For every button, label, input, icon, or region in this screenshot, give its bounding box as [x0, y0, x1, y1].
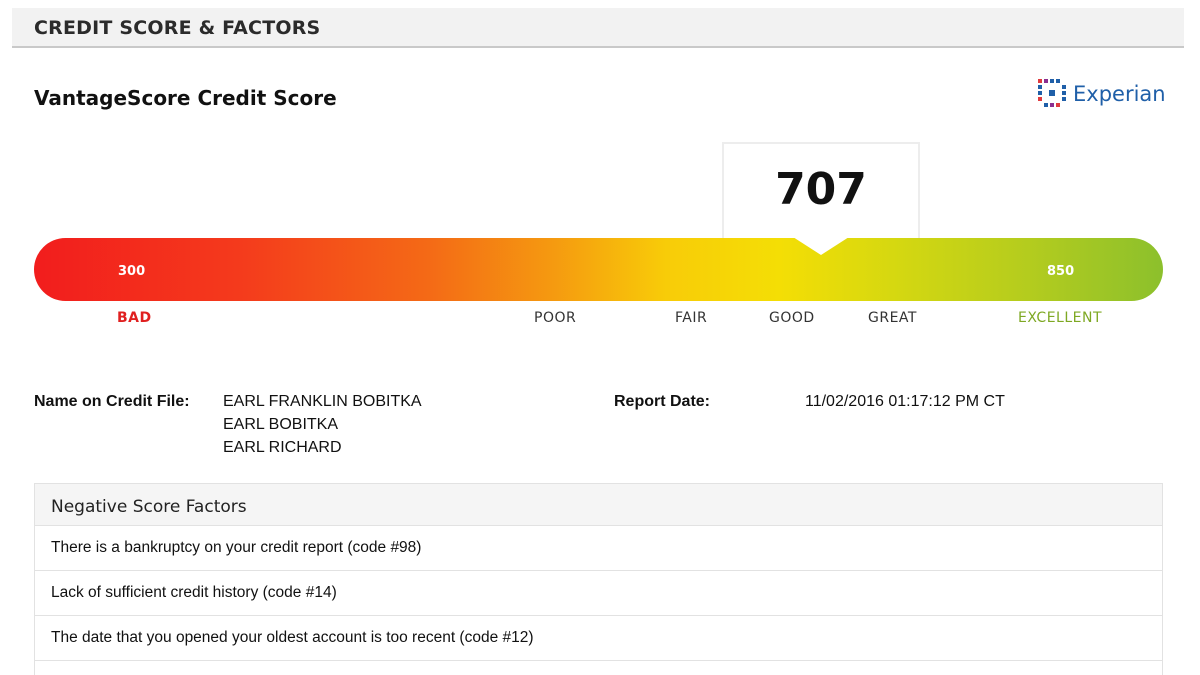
- score-pointer: [793, 237, 849, 255]
- brand-logo: Experian: [1036, 76, 1166, 112]
- name-on-file-item: EARL RICHARD: [223, 439, 342, 456]
- section-title: CREDIT SCORE & FACTORS: [34, 17, 321, 39]
- section-header: CREDIT SCORE & FACTORS: [12, 8, 1184, 48]
- negative-factor-row-empty: [35, 661, 1162, 675]
- name-on-file-item: EARL FRANKLIN BOBITKA: [223, 393, 422, 410]
- brand-name: Experian: [1073, 82, 1166, 106]
- name-on-file-label: Name on Credit File:: [34, 393, 190, 410]
- score-callout: 707: [722, 142, 920, 238]
- negative-factor-row: Lack of sufficient credit history (code …: [35, 571, 1162, 616]
- credit-score-value: 707: [775, 164, 867, 215]
- report-date-label: Report Date:: [614, 393, 711, 410]
- negative-factor-row: There is a bankruptcy on your credit rep…: [35, 526, 1162, 571]
- negative-factors-title: Negative Score Factors: [35, 484, 1162, 526]
- gauge-max-label: 850: [1047, 264, 1075, 279]
- range-label-good: GOOD: [769, 310, 815, 326]
- gauge-min-label: 300: [118, 264, 146, 279]
- negative-score-factors-panel: Negative Score Factors There is a bankru…: [34, 483, 1163, 675]
- experian-logo-icon: [1038, 79, 1066, 107]
- range-label-poor: POOR: [534, 310, 577, 326]
- name-on-file-item: EARL BOBITKA: [223, 416, 338, 433]
- range-label-great: GREAT: [868, 310, 917, 326]
- negative-factor-row: The date that you opened your oldest acc…: [35, 616, 1162, 661]
- range-label-fair: FAIR: [675, 310, 708, 326]
- score-gauge-bar: [34, 238, 1163, 301]
- range-label-excellent: EXCELLENT: [1018, 310, 1103, 326]
- range-label-bad: BAD: [117, 310, 152, 326]
- score-title: VantageScore Credit Score: [34, 86, 337, 110]
- names-on-file-list: EARL FRANKLIN BOBITKA EARL BOBITKA EARL …: [223, 392, 422, 461]
- report-date-value: 11/02/2016 01:17:12 PM CT: [805, 393, 1005, 410]
